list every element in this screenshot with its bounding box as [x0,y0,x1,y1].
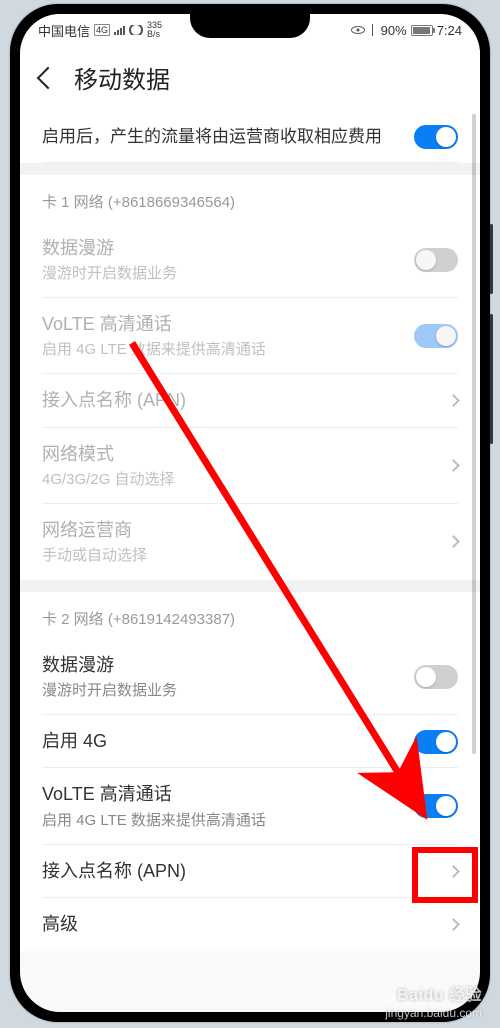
page-header: 移动数据 [20,46,480,111]
network-badge: 4G [94,24,110,36]
page-title: 移动数据 [74,60,170,95]
speed-indicator: 335B/s [147,21,162,39]
wifi-icon [129,25,143,35]
master-data-label: 启用后，产生的流量将由运营商收取相应费用 [42,125,402,149]
sim2-volte-toggle[interactable] [414,794,458,818]
sim1-netmode-sub: 4G/3G/2G 自动选择 [42,469,437,490]
chevron-right-icon [447,395,460,408]
sim1-roaming-toggle[interactable] [414,248,458,272]
scrollbar[interactable] [472,114,476,754]
sim1-operator-sub: 手动或自动选择 [42,545,437,566]
side-button [490,314,493,444]
sim1-section-label: 卡 1 网络 (+8618669346564) [20,175,480,222]
battery-pct: 90% [381,23,407,38]
sim2-roaming-title: 数据漫游 [42,653,402,678]
signal-icon [114,25,125,35]
section-gap [20,580,480,592]
sim2-roaming-row[interactable]: 数据漫游 漫游时开启数据业务 [20,639,480,715]
sim1-apn-title: 接入点名称 (APN) [42,388,437,413]
eye-icon [351,26,365,34]
sim1-operator-title: 网络运营商 [42,518,437,543]
chevron-right-icon [447,535,460,548]
section-gap [20,163,480,175]
sim1-roaming-title: 数据漫游 [42,236,402,261]
sim2-enable4g-title: 启用 4G [42,729,402,754]
sim2-roaming-sub: 漫游时开启数据业务 [42,680,402,701]
master-data-toggle-row[interactable]: 启用后，产生的流量将由运营商收取相应费用 [20,111,480,163]
sim1-roaming-sub: 漫游时开启数据业务 [42,263,402,284]
sim1-netmode-title: 网络模式 [42,442,437,467]
carrier-label: 中国电信 [38,21,90,40]
sim1-volte-toggle[interactable] [414,324,458,348]
chevron-right-icon [447,918,460,931]
advanced-title: 高级 [42,912,437,937]
chevron-right-icon [447,865,460,878]
clock: 7:24 [437,23,462,38]
sim2-section-label: 卡 2 网络 (+8619142493387) [20,592,480,639]
master-data-toggle[interactable] [414,125,458,149]
advanced-row[interactable]: 高级 [20,898,480,951]
sim2-apn-title: 接入点名称 (APN) [42,859,437,884]
screen: 中国电信 4G 335B/s 90% 7:24 移动数据 启用 [20,14,480,1012]
sim2-apn-row[interactable]: 接入点名称 (APN) [20,845,480,898]
side-button [490,224,493,294]
content: 启用后，产生的流量将由运营商收取相应费用 卡 1 网络 (+8618669346… [20,111,480,951]
sim1-roaming-row[interactable]: 数据漫游 漫游时开启数据业务 [20,222,480,298]
back-icon[interactable] [37,66,60,89]
sim1-apn-row[interactable]: 接入点名称 (APN) [20,374,480,427]
sim2-volte-sub: 启用 4G LTE 数据来提供高清通话 [42,810,402,831]
sim2-volte-title: VoLTE 高清通话 [42,782,402,807]
sim1-volte-sub: 启用 4G LTE 数据来提供高清通话 [42,339,402,360]
sim2-volte-row[interactable]: VoLTE 高清通话 启用 4G LTE 数据来提供高清通话 [20,768,480,844]
battery-icon [411,25,433,36]
phone-frame: 中国电信 4G 335B/s 90% 7:24 移动数据 启用 [10,4,490,1022]
sim1-operator-row[interactable]: 网络运营商 手动或自动选择 [20,504,480,580]
sim1-volte-row[interactable]: VoLTE 高清通话 启用 4G LTE 数据来提供高清通话 [20,298,480,374]
sim2-enable4g-row[interactable]: 启用 4G [20,715,480,768]
bluetooth-icon [369,24,377,36]
sim2-enable4g-toggle[interactable] [414,730,458,754]
chevron-right-icon [447,459,460,472]
sim2-roaming-toggle[interactable] [414,665,458,689]
notch [190,14,310,38]
sim1-volte-title: VoLTE 高清通话 [42,312,402,337]
sim1-netmode-row[interactable]: 网络模式 4G/3G/2G 自动选择 [20,428,480,504]
